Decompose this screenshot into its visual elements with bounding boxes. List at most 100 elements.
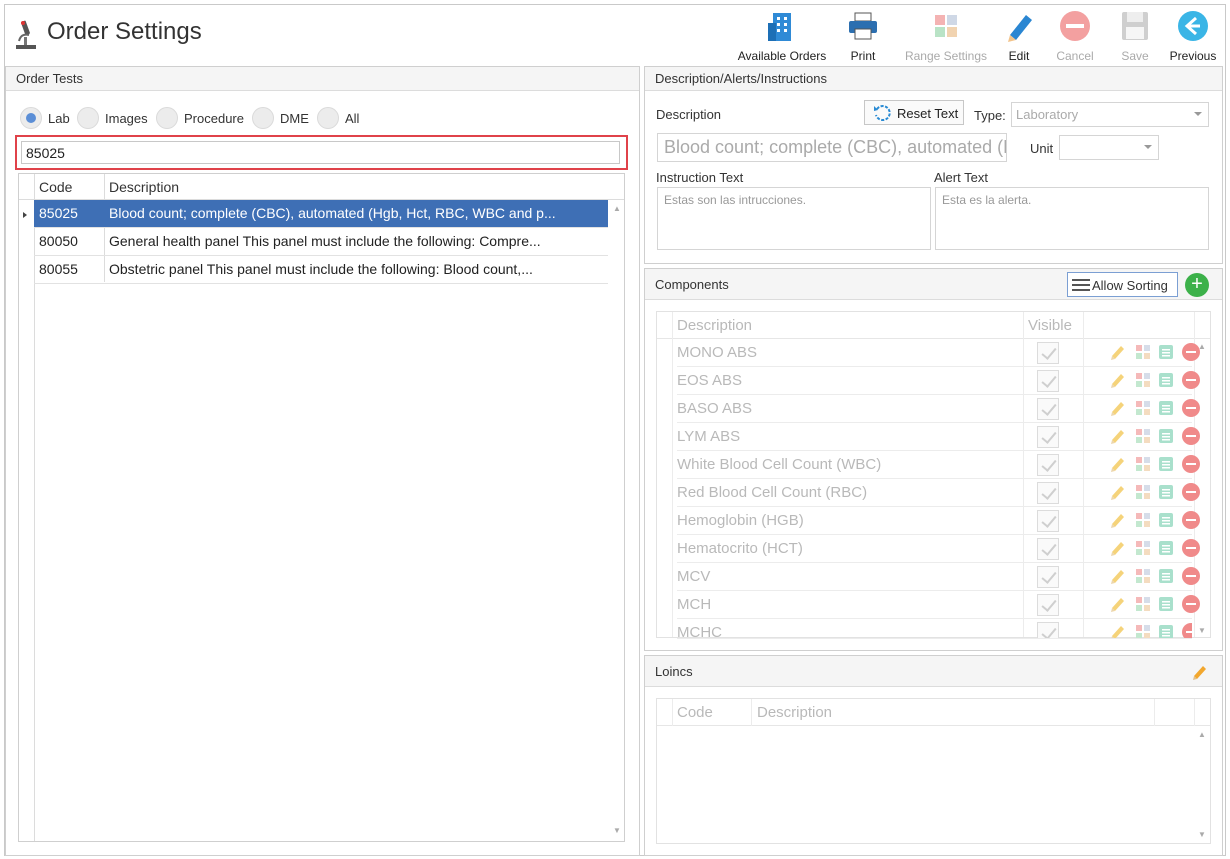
list-settings-icon[interactable] <box>1157 483 1175 501</box>
scroll-down-icon[interactable]: ▼ <box>1195 624 1209 638</box>
table-row[interactable]: 80055 Obstetric panel This panel must in… <box>34 256 608 284</box>
loincs-panel: Loincs Code Description ▲ ▼ <box>644 655 1223 856</box>
delete-icon[interactable] <box>1182 567 1200 585</box>
list-item[interactable]: MONO ABS <box>677 339 1200 367</box>
unit-select[interactable] <box>1059 135 1159 160</box>
visible-checkbox[interactable] <box>1037 482 1059 504</box>
description-field[interactable]: Blood count; complete (CBC), automated (… <box>657 133 1007 162</box>
edit-icon[interactable] <box>1109 343 1127 361</box>
edit-button[interactable]: Edit <box>997 7 1041 65</box>
range-icon[interactable] <box>1134 399 1152 417</box>
edit-icon[interactable] <box>1109 455 1127 473</box>
add-component-button[interactable]: + <box>1185 273 1209 297</box>
previous-button[interactable]: Previous <box>1165 7 1221 65</box>
column-header-description[interactable]: Description <box>677 317 752 334</box>
range-icon[interactable] <box>1134 595 1152 613</box>
list-settings-icon[interactable] <box>1157 539 1175 557</box>
delete-icon[interactable] <box>1182 483 1200 501</box>
list-item[interactable]: Hematocrito (HCT) <box>677 535 1200 563</box>
range-icon[interactable] <box>1134 623 1152 639</box>
pencil-icon[interactable] <box>1191 663 1209 681</box>
list-settings-icon[interactable] <box>1157 343 1175 361</box>
list-item[interactable]: White Blood Cell Count (WBC) <box>677 451 1200 479</box>
delete-icon[interactable] <box>1182 399 1200 417</box>
edit-icon[interactable] <box>1109 623 1127 639</box>
edit-icon[interactable] <box>1109 539 1127 557</box>
scroll-down-icon[interactable]: ▼ <box>610 824 624 838</box>
visible-checkbox[interactable] <box>1037 398 1059 420</box>
visible-checkbox[interactable] <box>1037 566 1059 588</box>
scroll-up-icon[interactable]: ▲ <box>610 202 624 216</box>
edit-icon[interactable] <box>1109 567 1127 585</box>
search-input[interactable] <box>21 141 620 164</box>
list-item[interactable]: Red Blood Cell Count (RBC) <box>677 479 1200 507</box>
allow-sorting-button[interactable]: Allow Sorting <box>1067 272 1178 297</box>
range-icon[interactable] <box>1134 567 1152 585</box>
delete-icon[interactable] <box>1182 371 1200 389</box>
radio-dot <box>20 107 42 129</box>
range-icon[interactable] <box>1134 343 1152 361</box>
delete-icon[interactable] <box>1182 539 1200 557</box>
table-row[interactable]: 80050 General health panel This panel mu… <box>34 228 608 256</box>
visible-checkbox[interactable] <box>1037 510 1059 532</box>
list-settings-icon[interactable] <box>1157 511 1175 529</box>
list-settings-icon[interactable] <box>1157 371 1175 389</box>
list-item[interactable]: BASO ABS <box>677 395 1200 423</box>
range-icon[interactable] <box>1134 483 1152 501</box>
column-header-description[interactable]: Description <box>757 704 832 721</box>
list-item[interactable]: LYM ABS <box>677 423 1200 451</box>
column-header-code[interactable]: Code <box>39 179 72 195</box>
list-settings-icon[interactable] <box>1157 595 1175 613</box>
visible-checkbox[interactable] <box>1037 342 1059 364</box>
type-select[interactable]: Laboratory <box>1011 102 1209 127</box>
list-item[interactable]: MCHC <box>677 619 1192 639</box>
column-header-description[interactable]: Description <box>109 179 179 195</box>
range-settings-button[interactable]: Range Settings <box>898 7 994 65</box>
list-settings-icon[interactable] <box>1157 427 1175 445</box>
delete-icon[interactable] <box>1182 511 1200 529</box>
print-button[interactable]: Print <box>841 7 885 65</box>
list-settings-icon[interactable] <box>1157 623 1175 639</box>
list-settings-icon[interactable] <box>1157 567 1175 585</box>
save-button[interactable]: Save <box>1113 7 1157 65</box>
range-icon[interactable] <box>1134 539 1152 557</box>
scroll-up-icon[interactable]: ▲ <box>1195 728 1209 742</box>
visible-checkbox[interactable] <box>1037 426 1059 448</box>
column-header-code[interactable]: Code <box>677 704 713 721</box>
edit-icon[interactable] <box>1109 427 1127 445</box>
delete-icon[interactable] <box>1182 455 1200 473</box>
reset-text-button[interactable]: Reset Text <box>864 100 964 125</box>
range-icon[interactable] <box>1134 371 1152 389</box>
table-row[interactable]: 85025 Blood count; complete (CBC), autom… <box>34 200 608 228</box>
alert-textarea[interactable]: Esta es la alerta. <box>935 187 1209 250</box>
scroll-up-icon[interactable]: ▲ <box>1195 340 1209 354</box>
available-orders-button[interactable]: Available Orders <box>734 7 830 65</box>
loincs-grid-header: Code Description <box>657 699 1210 726</box>
visible-checkbox[interactable] <box>1037 594 1059 616</box>
edit-icon[interactable] <box>1109 595 1127 613</box>
visible-checkbox[interactable] <box>1037 370 1059 392</box>
instruction-textarea[interactable]: Estas son las intrucciones. <box>657 187 931 250</box>
scroll-down-icon[interactable]: ▼ <box>1195 828 1209 842</box>
delete-icon[interactable] <box>1182 623 1192 638</box>
range-icon[interactable] <box>1134 427 1152 445</box>
visible-checkbox[interactable] <box>1037 622 1059 638</box>
list-item[interactable]: MCV <box>677 563 1200 591</box>
range-icon[interactable] <box>1134 511 1152 529</box>
list-item[interactable]: MCH <box>677 591 1200 619</box>
edit-icon[interactable] <box>1109 483 1127 501</box>
list-settings-icon[interactable] <box>1157 455 1175 473</box>
edit-icon[interactable] <box>1109 371 1127 389</box>
column-header-visible[interactable]: Visible <box>1028 317 1072 334</box>
delete-icon[interactable] <box>1182 427 1200 445</box>
list-item[interactable]: Hemoglobin (HGB) <box>677 507 1200 535</box>
delete-icon[interactable] <box>1182 595 1200 613</box>
range-icon[interactable] <box>1134 455 1152 473</box>
edit-icon[interactable] <box>1109 399 1127 417</box>
list-item[interactable]: EOS ABS <box>677 367 1200 395</box>
edit-icon[interactable] <box>1109 511 1127 529</box>
visible-checkbox[interactable] <box>1037 454 1059 476</box>
visible-checkbox[interactable] <box>1037 538 1059 560</box>
list-settings-icon[interactable] <box>1157 399 1175 417</box>
cancel-button[interactable]: Cancel <box>1049 7 1101 65</box>
